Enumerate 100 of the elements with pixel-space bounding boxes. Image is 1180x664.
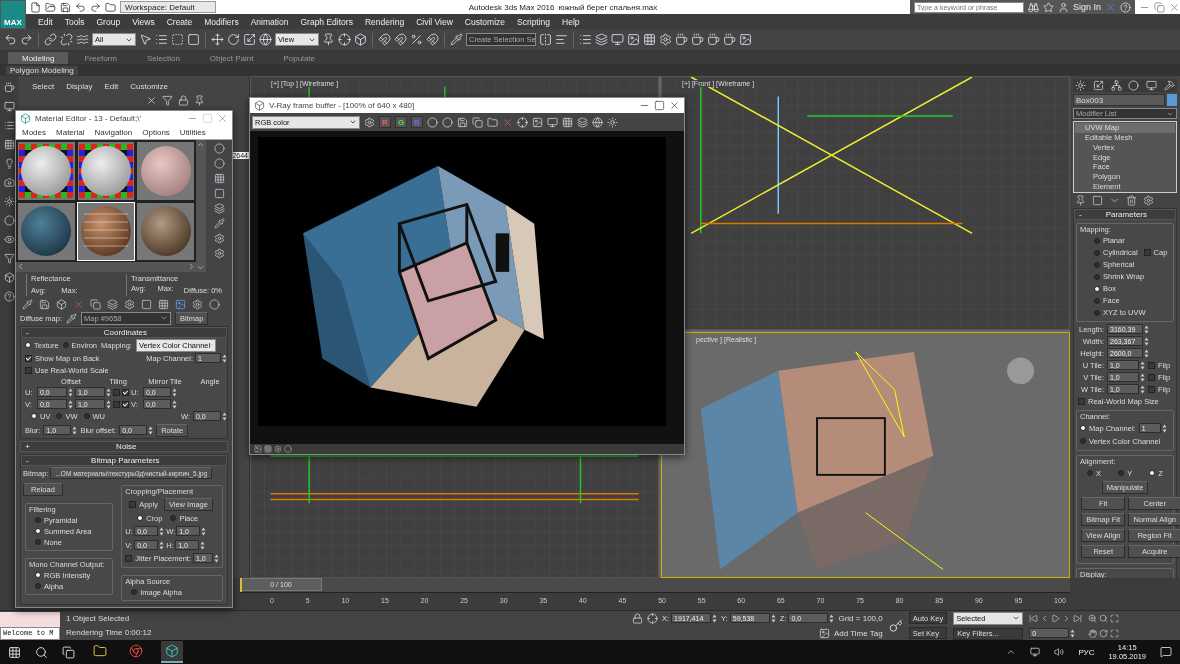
ribbon-tab[interactable]: Freeform xyxy=(70,52,131,64)
teapot-icon[interactable] xyxy=(691,33,704,46)
channel-toggle[interactable]: G xyxy=(395,116,407,128)
pipette-icon[interactable] xyxy=(213,218,225,229)
monitor-icon[interactable] xyxy=(611,33,624,46)
spinner-arrows-icon[interactable] xyxy=(1070,628,1076,638)
workspace-dropdown[interactable]: Workspace: Default xyxy=(120,1,216,13)
scroll-left-icon[interactable] xyxy=(16,262,25,271)
binoculars-icon[interactable] xyxy=(1027,1,1039,13)
close-icon[interactable] xyxy=(1169,1,1180,13)
pipette-icon[interactable] xyxy=(65,312,77,324)
spinner-arrows-icon[interactable] xyxy=(1140,384,1145,394)
rollout-sign[interactable]: - xyxy=(1079,210,1082,219)
list-icon[interactable] xyxy=(155,33,168,46)
ribbon-tab[interactable]: Modeling xyxy=(8,52,69,64)
menu-item[interactable]: Tools xyxy=(58,16,91,27)
menu-item[interactable]: Graph Editors xyxy=(294,16,359,27)
settings-icon[interactable] xyxy=(1143,195,1154,206)
maxscript-output[interactable] xyxy=(0,611,60,627)
menu-item[interactable]: Utilities xyxy=(179,128,206,137)
checkbox[interactable] xyxy=(129,500,137,508)
list-icon[interactable] xyxy=(3,120,15,131)
move-icon[interactable] xyxy=(211,33,224,46)
menu-item[interactable]: Views xyxy=(126,16,161,27)
chevron-up-icon[interactable] xyxy=(1006,647,1017,657)
monitor-icon[interactable] xyxy=(3,101,15,112)
user-icon[interactable] xyxy=(1057,1,1069,13)
rotate-icon[interactable] xyxy=(227,33,240,46)
checker-icon[interactable] xyxy=(158,298,169,310)
copy-icon[interactable] xyxy=(90,298,101,310)
menu-item[interactable]: Rendering xyxy=(358,16,411,27)
menu-item[interactable]: Modifiers xyxy=(198,16,245,27)
play-icon[interactable] xyxy=(1051,613,1061,623)
app-icon[interactable] xyxy=(165,644,179,658)
rollout-sign[interactable]: + xyxy=(25,442,30,451)
unlink-icon[interactable] xyxy=(60,33,73,46)
spinner-arrows-icon[interactable] xyxy=(72,425,78,435)
menu-item[interactable]: Display xyxy=(66,82,93,91)
sun-icon[interactable] xyxy=(607,116,618,128)
star-icon[interactable] xyxy=(1042,1,1054,13)
undo-icon[interactable] xyxy=(4,33,17,46)
checkbox[interactable] xyxy=(113,388,120,396)
key-icon[interactable] xyxy=(888,618,903,633)
save-icon[interactable] xyxy=(60,1,71,13)
checkbox[interactable] xyxy=(1148,385,1155,393)
notification-icon[interactable] xyxy=(1160,646,1172,658)
spinner-arrows-icon[interactable] xyxy=(172,387,177,397)
material-slot[interactable] xyxy=(76,141,136,201)
browser-icon[interactable] xyxy=(129,644,143,658)
pin-icon[interactable] xyxy=(1075,195,1086,206)
list-icon[interactable] xyxy=(579,33,592,46)
waves-icon[interactable] xyxy=(76,33,89,46)
crosshair-icon[interactable] xyxy=(517,116,528,128)
rollout-sign[interactable]: - xyxy=(26,328,29,337)
teapot-icon[interactable] xyxy=(675,33,688,46)
menu-item[interactable]: Navigation xyxy=(94,128,133,137)
spinner-arrows-icon[interactable] xyxy=(159,540,165,550)
settings-icon[interactable] xyxy=(192,298,203,310)
rollout-title[interactable]: Bitmap Parameters xyxy=(28,456,222,465)
volume-icon[interactable] xyxy=(1054,647,1065,657)
box-icon[interactable] xyxy=(3,272,15,283)
menu-item[interactable]: Edit xyxy=(32,16,59,27)
ribbon-panel-label[interactable]: Polygon Modeling xyxy=(6,65,78,75)
object-name-field[interactable]: Box003 xyxy=(1073,94,1165,106)
maximize-icon[interactable] xyxy=(1110,613,1120,623)
checkbox[interactable] xyxy=(122,388,129,396)
circle-icon[interactable] xyxy=(3,215,15,226)
spinner-arrows-icon[interactable] xyxy=(106,387,111,397)
sphere-icon[interactable] xyxy=(213,158,225,169)
camera-icon[interactable] xyxy=(3,177,15,188)
menu-item[interactable]: Select xyxy=(32,82,55,91)
settings-icon[interactable] xyxy=(213,248,225,259)
rollout-title[interactable]: Noise xyxy=(29,442,223,451)
settings-icon[interactable] xyxy=(213,233,225,244)
checkbox[interactable] xyxy=(1143,249,1151,256)
ribbon-tab[interactable]: Selection xyxy=(132,52,194,64)
settings-icon[interactable] xyxy=(124,298,135,310)
circle-icon[interactable] xyxy=(209,298,220,310)
search-icon[interactable] xyxy=(35,645,48,659)
skip-forward-icon[interactable] xyxy=(1073,613,1083,623)
pan-icon[interactable] xyxy=(1088,628,1098,638)
folder-icon[interactable] xyxy=(105,1,116,13)
checker-icon[interactable] xyxy=(213,173,225,184)
material-slot[interactable] xyxy=(136,141,195,201)
spinner-arrows-icon[interactable] xyxy=(148,425,154,435)
layers-icon[interactable] xyxy=(213,203,225,214)
task-view-icon[interactable] xyxy=(62,645,75,659)
spinner-arrows-icon[interactable] xyxy=(829,613,835,623)
spinner-arrows-icon[interactable] xyxy=(1140,360,1145,370)
settings-icon[interactable] xyxy=(274,445,282,453)
pointer-icon[interactable] xyxy=(139,33,152,46)
dashed-square-icon[interactable] xyxy=(171,33,184,46)
spinner-arrows-icon[interactable] xyxy=(1144,324,1149,334)
teapot-icon[interactable] xyxy=(723,33,736,46)
menu-item[interactable]: Edit xyxy=(104,82,119,91)
spinner-arrows-icon[interactable] xyxy=(222,353,227,363)
spinner-arrows-icon[interactable] xyxy=(201,526,207,536)
spinner-arrows-icon[interactable] xyxy=(222,411,227,421)
checkbox[interactable] xyxy=(1148,361,1155,369)
new-file-icon[interactable] xyxy=(30,1,41,13)
